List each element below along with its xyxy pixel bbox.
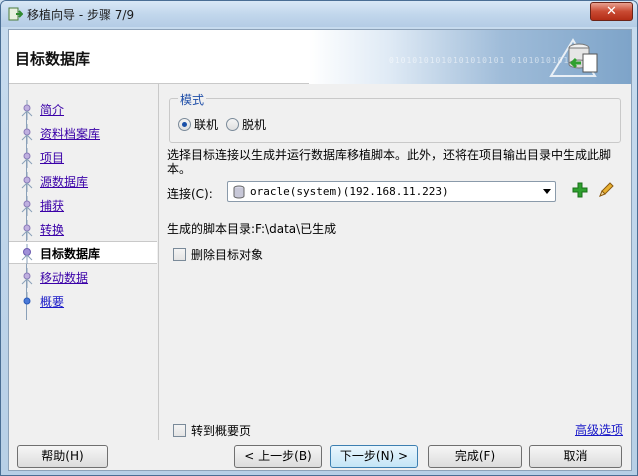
wizard-body: 01010101010101010101 01010101010 目标数据库 简… (8, 29, 632, 471)
nav-item-project[interactable]: 项目 (9, 146, 157, 169)
radio-offline-indicator[interactable] (226, 118, 239, 131)
mode-group: 模式 联机 脱机 (169, 91, 621, 143)
connection-select[interactable]: oracle(system)(192.168.11.223) (227, 181, 556, 202)
radio-online-indicator[interactable] (178, 118, 191, 131)
nav-item-label[interactable]: 源数据库 (40, 173, 88, 190)
connection-label: 连接(C): (167, 187, 213, 201)
nav-item-label[interactable]: 概要 (40, 293, 64, 310)
radio-offline[interactable]: 脱机 (226, 116, 266, 133)
step-content: 模式 联机 脱机 选择目标连接以生成并运行数据库移植脚本。此外，还将在项目输出目… (158, 84, 631, 440)
migration-wizard-window: 移植向导 - 步骤 7/9 ✕ 01010101010101010101 010… (0, 0, 638, 476)
back-button[interactable]: < 上一步(B) (234, 445, 322, 468)
add-connection-icon[interactable] (571, 181, 589, 199)
step-node-icon (21, 268, 33, 288)
step-node-icon (21, 196, 33, 216)
nav-item-label[interactable]: 捕获 (40, 197, 64, 214)
step-node-icon (21, 220, 33, 240)
nav-item-label[interactable]: 资料档案库 (40, 125, 100, 142)
nav-item-intro[interactable]: 简介 (9, 98, 157, 121)
finish-button[interactable]: 完成(F) (428, 445, 522, 468)
nav-item-label[interactable]: 简介 (40, 101, 64, 118)
database-migrate-icon (549, 38, 598, 77)
step-node-icon (21, 172, 33, 192)
wizard-footer: 帮助(H) < 上一步(B) 下一步(N) > 完成(F) 取消 (9, 440, 631, 470)
goto-summary-option[interactable]: 转到概要页 (173, 422, 251, 439)
radio-online-label[interactable]: 联机 (194, 116, 218, 133)
window-title: 移植向导 - 步骤 7/9 (27, 8, 135, 22)
drop-target-objects-option[interactable]: 删除目标对象 (173, 246, 263, 263)
nav-item-move-data[interactable]: 移动数据 (9, 266, 157, 289)
step-node-icon (21, 124, 33, 144)
nav-item-label[interactable]: 转换 (40, 221, 64, 238)
description-text: 选择目标连接以生成并运行数据库移植脚本。此外，还将在项目输出目录中生成此脚本。 (167, 148, 612, 176)
nav-item-target-database[interactable]: 目标数据库 (9, 241, 157, 264)
drop-target-objects-label[interactable]: 删除目标对象 (191, 246, 263, 263)
step-node-icon (21, 100, 33, 120)
step-header: 01010101010101010101 01010101010 目标数据库 (9, 30, 631, 84)
chevron-down-icon[interactable] (543, 189, 551, 194)
title-bar[interactable]: 移植向导 - 步骤 7/9 ✕ (1, 1, 637, 27)
cancel-button[interactable]: 取消 (529, 445, 622, 468)
nav-item-repository[interactable]: 资料档案库 (9, 122, 157, 145)
nav-item-label: 目标数据库 (40, 247, 101, 261)
edit-connection-icon[interactable] (597, 181, 615, 199)
nav-item-summary[interactable]: 概要 (9, 290, 157, 313)
drop-target-objects-checkbox[interactable] (173, 248, 186, 261)
nav-item-convert[interactable]: 转换 (9, 218, 157, 241)
nav-item-label[interactable]: 项目 (40, 149, 64, 166)
nav-item-label[interactable]: 移动数据 (40, 269, 88, 286)
next-button[interactable]: 下一步(N) > (330, 445, 418, 468)
step-node-icon (23, 292, 31, 305)
nav-item-capture[interactable]: 捕获 (9, 194, 157, 217)
mode-group-title: 模式 (178, 91, 207, 108)
radio-online[interactable]: 联机 (178, 116, 218, 133)
advanced-options-link[interactable]: 高级选项 (575, 421, 623, 438)
page-title: 目标数据库 (15, 50, 91, 68)
close-button[interactable]: ✕ (590, 2, 633, 21)
wizard-steps-nav: 简介 资料档案库 项目 源数据库 捕获 转换 目标数据库 移动数据 概要 (9, 98, 157, 428)
connection-value: oracle(system)(192.168.11.223) (250, 185, 449, 198)
nav-item-source-database[interactable]: 源数据库 (9, 170, 157, 193)
step-node-icon (21, 244, 33, 264)
step-node-icon (21, 148, 33, 168)
radio-offline-label[interactable]: 脱机 (242, 116, 266, 133)
goto-summary-label[interactable]: 转到概要页 (191, 422, 251, 439)
script-directory-text: 生成的脚本目录:F:\data\已生成 (167, 222, 337, 236)
goto-summary-checkbox[interactable] (173, 424, 186, 437)
help-button[interactable]: 帮助(H) (17, 445, 108, 468)
database-icon (233, 185, 245, 199)
app-icon (8, 7, 23, 21)
